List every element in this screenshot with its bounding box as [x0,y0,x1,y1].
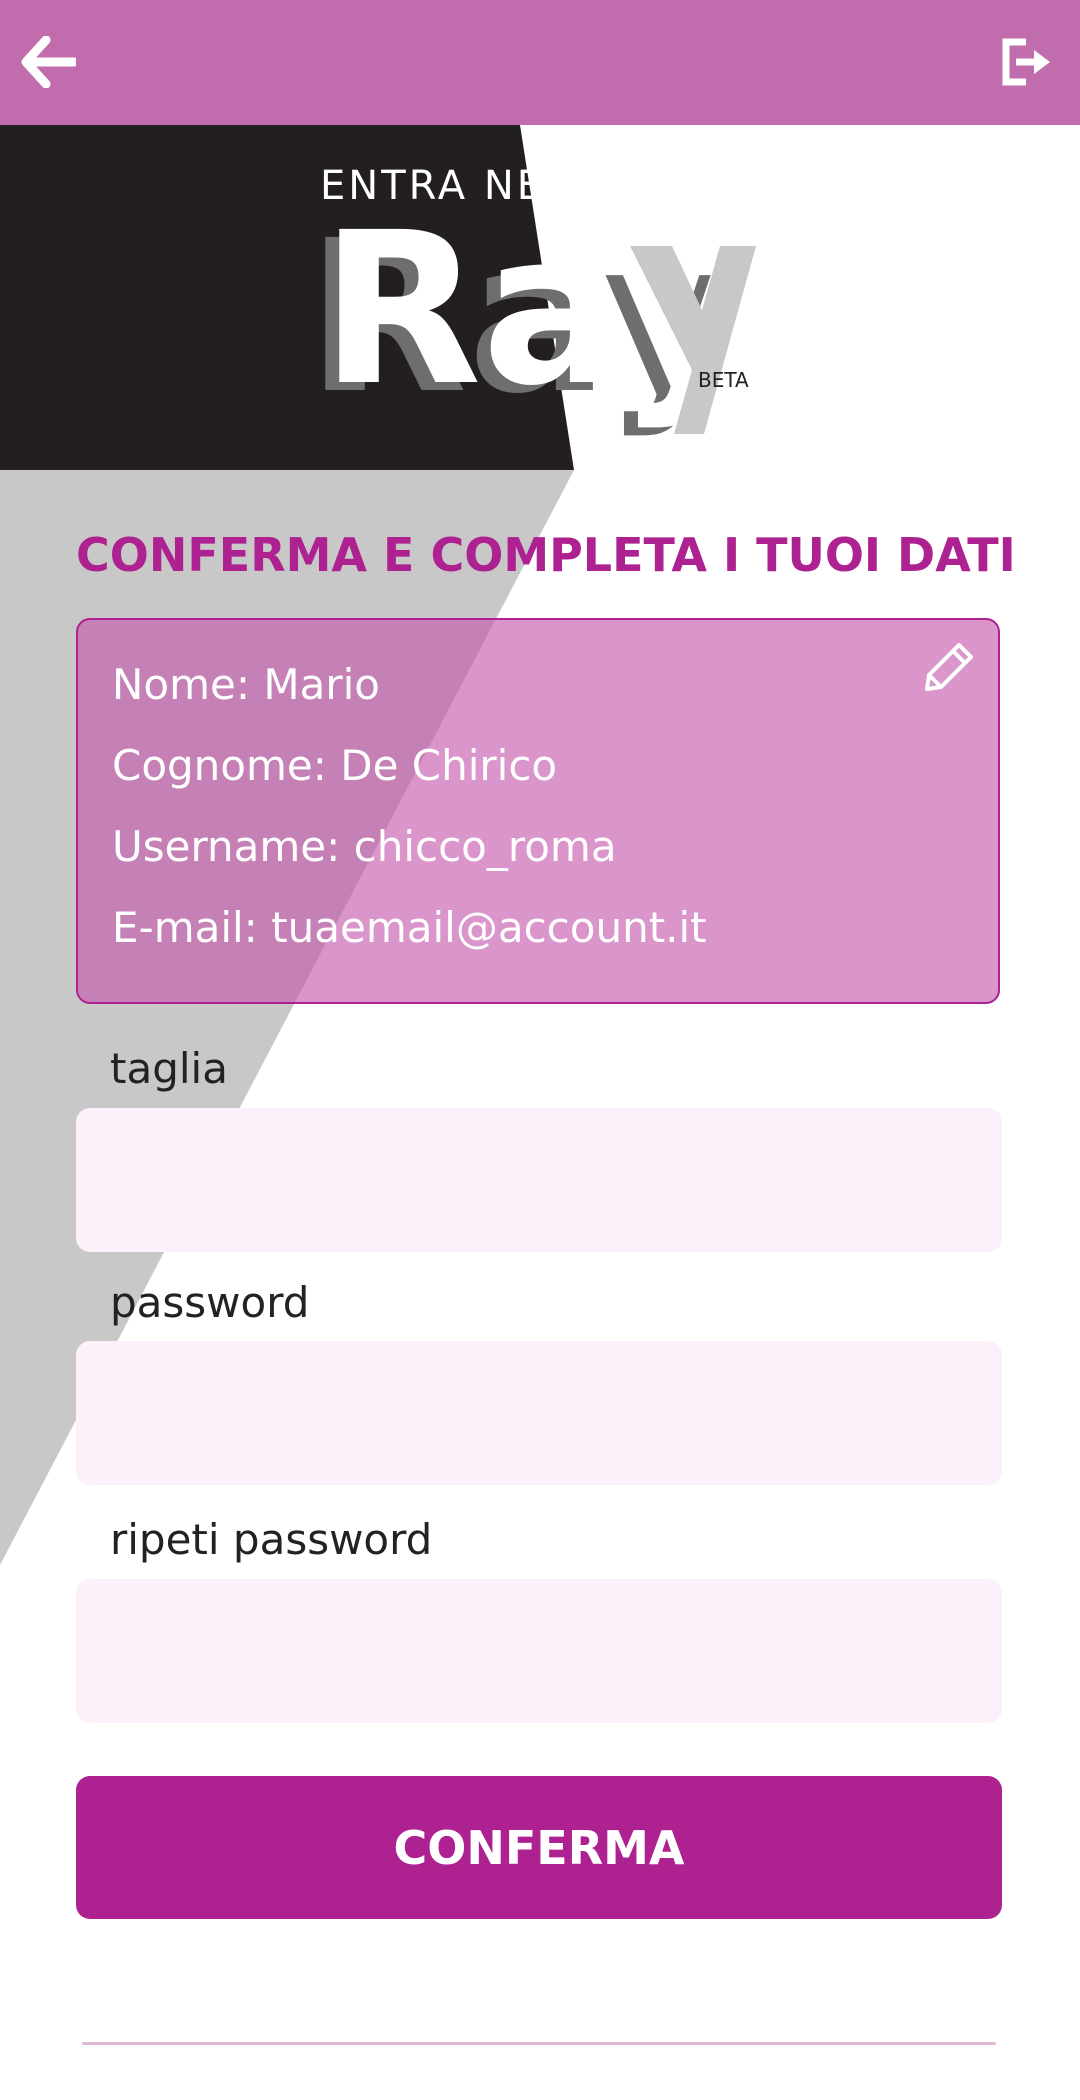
profile-nome: Nome: Mario [112,660,380,709]
password-input[interactable] [76,1341,1002,1485]
password-label: password [110,1278,310,1327]
section-title: CONFERMA E COMPLETA I TUOI DATI [76,528,1016,582]
repeat-password-input[interactable] [76,1579,1002,1723]
repeat-password-label: ripeti password [110,1515,433,1564]
logout-icon [1002,38,1050,86]
edit-profile-button[interactable] [914,632,984,702]
confirm-button[interactable]: CONFERMA [76,1776,1002,1919]
logout-button[interactable] [994,30,1058,94]
profile-card: Nome: Mario Cognome: De Chirico Username… [76,618,1000,1004]
logo-tagline: ENTRA NELLE STORIE [320,163,804,209]
pencil-icon [925,643,973,691]
profile-username: Username: chicco_roma [112,822,617,871]
bottom-divider [82,2042,996,2045]
logo-beta-badge: BETA [698,368,749,392]
taglia-input[interactable] [76,1108,1002,1252]
app-bar [0,0,1080,125]
arrow-left-icon [21,36,76,88]
profile-email: E-mail: tuaemail@account.it [112,903,707,952]
back-button[interactable] [16,30,80,94]
taglia-label: taglia [110,1044,228,1093]
profile-cognome: Cognome: De Chirico [112,741,558,790]
